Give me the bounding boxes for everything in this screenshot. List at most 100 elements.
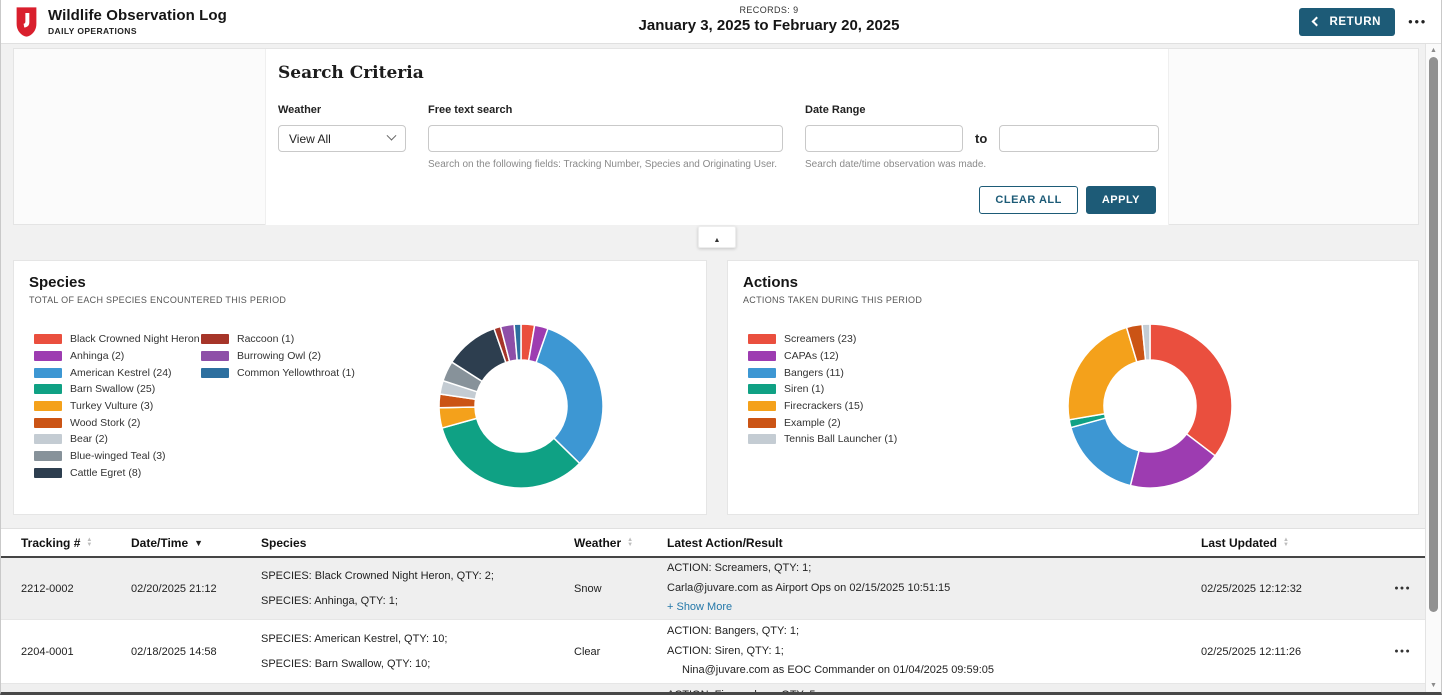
legend-column: Black Crowned Night Heron (2)Anhinga (2)…: [34, 331, 201, 481]
table-row[interactable]: 2204-0001 02/18/2025 14:58 SPECIES: Amer…: [1, 620, 1425, 684]
legend-label: Bangers (11): [784, 367, 844, 379]
row-overflow-menu-icon[interactable]: ●●●: [1394, 648, 1411, 655]
legend-swatch: [748, 334, 776, 344]
scroll-down-arrow-icon[interactable]: ▼: [1426, 682, 1441, 689]
last-updated-cell: 02/25/2025 12:12:32: [1201, 558, 1361, 619]
search-panel: Search Criteria Weather View All Free te…: [13, 48, 1419, 225]
search-title: Search Criteria: [278, 63, 1156, 83]
column-header-last-updated[interactable]: Last Updated ▲▼: [1201, 536, 1361, 550]
legend-item[interactable]: American Kestrel (24): [34, 364, 201, 381]
column-label: Weather: [574, 536, 621, 550]
legend-item[interactable]: Screamers (23): [748, 331, 915, 348]
vertical-scrollbar[interactable]: ▲ ▼: [1425, 44, 1441, 692]
free-text-help: Search on the following fields: Tracking…: [428, 159, 783, 170]
legend-item[interactable]: Bear (2): [34, 431, 201, 448]
donut-slice[interactable]: [1071, 418, 1139, 486]
donut-slice[interactable]: [1068, 327, 1137, 419]
legend-item[interactable]: Wood Stork (2): [34, 414, 201, 431]
row-menu-cell: [1361, 684, 1411, 695]
records-count: RECORDS: 9: [639, 5, 900, 15]
donut-slice[interactable]: [442, 418, 580, 488]
species-cell: SPECIES: American Kestrel, QTY: 10; SPEC…: [261, 620, 574, 683]
date-to-input[interactable]: [999, 125, 1159, 152]
weather-select[interactable]: View All: [278, 125, 406, 152]
clear-all-button[interactable]: CLEAR ALL: [979, 186, 1077, 214]
legend-item[interactable]: Barn Swallow (25): [34, 381, 201, 398]
action-line: Nina@juvare.com as EOC Commander on 01/0…: [667, 661, 994, 681]
column-header-weather[interactable]: Weather ▲▼: [574, 536, 667, 550]
legend-item[interactable]: Common Yellowthroat (1): [201, 364, 368, 381]
legend-swatch: [748, 384, 776, 394]
species-cell: SPECIES: Black Crowned Night Heron, QTY:…: [261, 558, 574, 619]
column-label: Species: [261, 536, 306, 550]
column-header-action[interactable]: Latest Action/Result: [667, 536, 1201, 550]
return-button[interactable]: RETURN: [1299, 8, 1395, 36]
sort-icon: ▲▼: [1283, 538, 1289, 548]
legend-swatch: [201, 351, 229, 361]
column-header-tracking[interactable]: Tracking # ▲▼: [21, 536, 131, 550]
apply-button[interactable]: APPLY: [1086, 186, 1156, 214]
legend-label: Cattle Egret (8): [70, 467, 141, 479]
legend-swatch: [201, 334, 229, 344]
date-range-separator: to: [975, 131, 987, 146]
collapse-search-button[interactable]: ▲: [698, 226, 736, 248]
table-row[interactable]: 2212-0002 02/20/2025 21:12 SPECIES: Blac…: [1, 558, 1425, 620]
weather-cell: Snow: [574, 558, 667, 619]
search-fields-row: Weather View All Free text search Search…: [278, 104, 1156, 170]
row-overflow-menu-icon[interactable]: ●●●: [1394, 585, 1411, 592]
action-line: ACTION: Siren, QTY: 1;: [667, 642, 784, 662]
tracking-cell: 2212-0002: [21, 558, 131, 619]
legend-item[interactable]: Cattle Egret (8): [34, 465, 201, 482]
legend-label: Example (2): [784, 417, 841, 429]
weather-select-value: View All: [289, 132, 331, 146]
row-menu-cell: ●●●: [1361, 620, 1411, 683]
legend-label: Blue-winged Teal (3): [70, 450, 166, 462]
legend-label: Raccoon (1): [237, 333, 294, 345]
legend-swatch: [34, 418, 62, 428]
header-summary: RECORDS: 9 January 3, 2025 to February 2…: [639, 5, 900, 34]
legend-item[interactable]: Bangers (11): [748, 364, 915, 381]
weather-cell: Clear: [574, 620, 667, 683]
shield-logo-icon: [15, 6, 38, 38]
legend-item[interactable]: Siren (1): [748, 381, 915, 398]
donut-slice[interactable]: [1150, 324, 1232, 456]
free-text-input[interactable]: [428, 125, 783, 152]
actions-card-title: Actions: [743, 274, 1418, 291]
actions-legend: Screamers (23)CAPAs (12) Bangers (11) Sire…: [748, 331, 915, 448]
legend-item[interactable]: Turkey Vulture (3): [34, 398, 201, 415]
legend-label: Bear (2): [70, 433, 108, 445]
legend-item[interactable]: Anhinga (2): [34, 348, 201, 365]
legend-swatch: [34, 384, 62, 394]
column-label: Tracking #: [21, 536, 80, 550]
legend-item[interactable]: Example (2): [748, 414, 915, 431]
show-more-link[interactable]: + Show More: [667, 598, 732, 618]
species-cell: [261, 684, 574, 695]
legend-item[interactable]: CAPAs (12): [748, 348, 915, 365]
legend-item[interactable]: Blue-winged Teal (3): [34, 448, 201, 465]
legend-swatch: [34, 468, 62, 478]
legend-item[interactable]: Tennis Ball Launcher (1): [748, 431, 915, 448]
header-overflow-menu-icon[interactable]: ●●●: [1408, 17, 1427, 26]
date-from-input[interactable]: [805, 125, 963, 152]
legend-label: Wood Stork (2): [70, 417, 140, 429]
sort-icon: ▲▼: [627, 538, 633, 548]
legend-item[interactable]: Black Crowned Night Heron (2): [34, 331, 201, 348]
species-card-title: Species: [29, 274, 706, 291]
species-line: SPECIES: American Kestrel, QTY: 10;: [261, 627, 447, 652]
legend-label: Turkey Vulture (3): [70, 400, 153, 412]
weather-cell: [574, 684, 667, 695]
legend-swatch: [34, 401, 62, 411]
scrollbar-thumb[interactable]: [1429, 57, 1438, 612]
legend-item[interactable]: Burrowing Owl (2): [201, 348, 368, 365]
weather-field-group: Weather View All: [278, 104, 406, 170]
legend-item[interactable]: Raccoon (1): [201, 331, 368, 348]
legend-swatch: [34, 451, 62, 461]
free-text-field-group: Free text search Search on the following…: [428, 104, 783, 170]
scroll-up-arrow-icon[interactable]: ▲: [1426, 47, 1441, 54]
column-header-species[interactable]: Species: [261, 536, 574, 550]
column-header-datetime[interactable]: Date/Time ▼: [131, 536, 261, 550]
legend-item[interactable]: Firecrackers (15): [748, 398, 915, 415]
legend-swatch: [748, 351, 776, 361]
donut-slice[interactable]: [536, 329, 603, 464]
species-line: SPECIES: Black Crowned Night Heron, QTY:…: [261, 564, 494, 589]
